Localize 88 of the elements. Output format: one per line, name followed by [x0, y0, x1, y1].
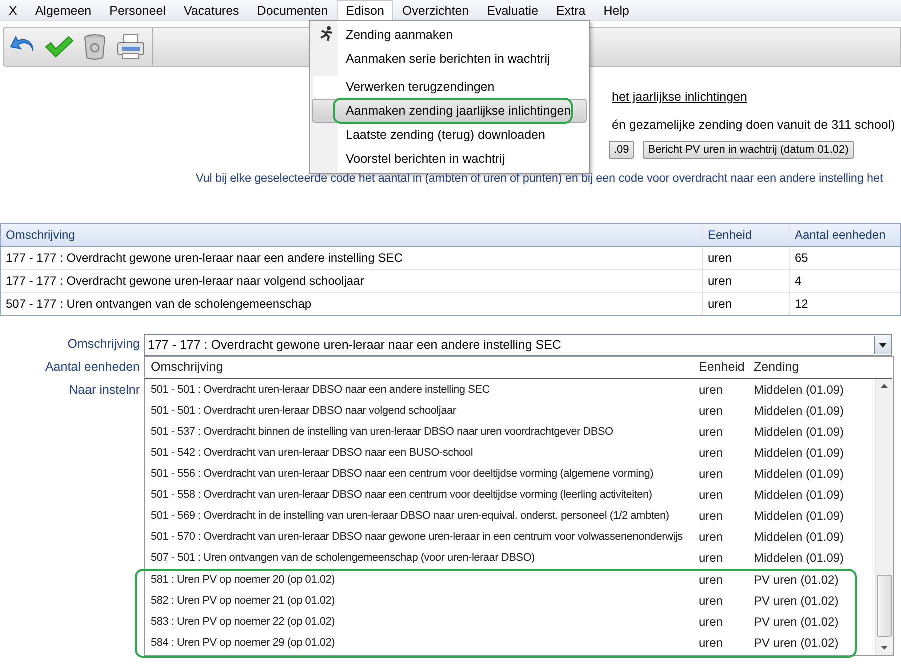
option-shipment[interactable]: PV uren (01.02)	[748, 591, 875, 612]
column-header: Eenheid	[703, 224, 790, 246]
column-header: Zending	[753, 359, 800, 376]
note-text: én gezamelijke zending doen vanuit de 311 school)	[612, 118, 896, 132]
menu-item[interactable]: Edison	[337, 0, 394, 20]
checkmark-icon[interactable]	[44, 35, 74, 59]
option-shipment[interactable]: Middelen (01.09)	[748, 506, 875, 527]
menu-item[interactable]: Algemeen	[26, 0, 101, 20]
option-description[interactable]: 581 : Uren PV op noemer 20 (op 01.02)	[145, 570, 693, 591]
printer-icon[interactable]	[116, 33, 146, 61]
instruction-text: Vul bij elke geselecteerde code het aantal in (ambten of uren of punten) en bij een code voor overdracht naar een andere instelling het	[196, 171, 884, 185]
option-shipment[interactable]: Middelen (01.09)	[748, 380, 875, 401]
option-shipment[interactable]: PV uren (01.02)	[748, 570, 875, 591]
menu-item[interactable]: Extra	[548, 0, 595, 20]
action-button[interactable]: Bericht PV uren in wachtrij (datum 01.02)	[643, 141, 854, 159]
menu-option[interactable]: Aanmaken zending jaarlijkse inlichtingen	[312, 99, 587, 123]
option-shipment[interactable]: Middelen (01.09)	[748, 485, 875, 506]
option-description[interactable]: 507 - 501 : Uren ontvangen van de scholengemeenschap (voor uren-leraar DBSO)	[145, 548, 693, 569]
option-unit[interactable]: uren	[693, 464, 748, 485]
option-shipment[interactable]: PV uren (01.02)	[748, 612, 875, 633]
option-description[interactable]: 501 - 542 : Overdracht van uren-leraar DBSO naar een BUSO-school	[145, 443, 693, 464]
column-header: Omschrijving	[150, 359, 224, 376]
option-unit[interactable]: uren	[693, 485, 748, 506]
option-description[interactable]: 501 - 537 : Overdracht binnen de instelling van uren-leraar DBSO naar uren voordrachtgever DBSO	[145, 422, 693, 443]
option-shipment[interactable]: Middelen (01.09)	[748, 401, 875, 422]
menu-item[interactable]: Overzichten	[393, 0, 478, 20]
table-cell: uren	[703, 270, 790, 292]
trash-bin-icon[interactable]	[83, 33, 107, 61]
column-header: Aantal eenheden	[794, 227, 887, 244]
scrollbar-thumb[interactable]	[877, 575, 892, 637]
option-shipment[interactable]: Middelen (01.09)	[748, 422, 875, 443]
field-label: Omschrijving	[68, 337, 140, 352]
field-label: Naar instelnr	[69, 383, 140, 398]
scroll-up-icon[interactable]	[880, 383, 889, 389]
option-unit[interactable]: uren	[693, 506, 748, 527]
table-cell-text: 4	[794, 273, 803, 290]
option-shipment[interactable]: PV uren (01.02)	[748, 633, 875, 654]
field-label: Aantal eenheden	[45, 360, 140, 375]
table-cell: uren	[703, 247, 790, 269]
table-cell: uren	[703, 293, 790, 315]
table-cell: 507 - 177 : Uren ontvangen van de scholengemeenschap	[1, 293, 703, 315]
option-unit[interactable]: uren	[693, 443, 748, 464]
running-figure-icon	[319, 26, 335, 42]
menu-item[interactable]: Help	[594, 0, 638, 20]
option-description[interactable]: 501 - 556 : Overdracht van uren-leraar DBSO naar een centrum voor deeltijdse vorming (algemene vorming)	[145, 464, 693, 485]
option-description[interactable]: 501 - 501 : Overdracht uren-leraar DBSO naar een andere instelling SEC	[145, 380, 693, 401]
option-shipment[interactable]: Middelen (01.09)	[748, 527, 875, 548]
menu-option[interactable]: Zending aanmaken	[312, 23, 587, 47]
column-header: Eenheid	[698, 359, 746, 376]
option-unit[interactable]: uren	[693, 633, 748, 654]
option-unit[interactable]: uren	[693, 380, 748, 401]
option-shipment[interactable]: Middelen (01.09)	[748, 443, 875, 464]
action-button[interactable]: .09	[609, 141, 634, 159]
option-description[interactable]: 582 : Uren PV op noemer 21 (op 01.02)	[145, 591, 693, 612]
option-description[interactable]: 501 - 558 : Overdracht van uren-leraar DBSO naar een centrum voor deeltijdse vorming (leerling activiteiten)	[145, 485, 693, 506]
description-combobox[interactable]: 177 - 177 : Overdracht gewone uren-leraar naar een andere instelling SEC	[144, 334, 892, 356]
table-cell: 177 - 177 : Overdracht gewone uren-leraar naar een andere instelling SEC	[1, 247, 703, 269]
option-shipment[interactable]: Middelen (01.09)	[748, 464, 875, 485]
option-unit[interactable]: uren	[693, 612, 748, 633]
menu-item[interactable]: Evaluatie	[478, 0, 548, 20]
option-description[interactable]: 501 - 501 : Overdracht uren-leraar DBSO naar volgend schooljaar	[145, 401, 693, 422]
scrollbar[interactable]	[875, 379, 893, 655]
option-unit[interactable]: uren	[693, 570, 748, 591]
option-shipment[interactable]: Middelen (01.09)	[748, 548, 875, 569]
menu-option[interactable]: Voorstel berichten in wachtrij	[312, 147, 587, 171]
table-cell-text: 65	[794, 250, 810, 267]
option-unit[interactable]: uren	[693, 548, 748, 569]
table-cell-text: 12	[794, 296, 810, 313]
link[interactable]: het jaarlijkse inlichtingen	[612, 90, 901, 110]
option-description[interactable]: 501 - 569 : Overdracht in de instelling van uren-leraar DBSO naar uren-equival. onderst. personeel (1/2 ambten)	[145, 506, 693, 527]
option-description[interactable]: 584 : Uren PV op noemer 29 (op 01.02)	[145, 633, 693, 654]
column-header: Omschrijving	[1, 224, 703, 246]
scroll-down-icon[interactable]	[880, 645, 889, 651]
option-unit[interactable]: uren	[693, 422, 748, 443]
option-unit[interactable]: uren	[693, 401, 748, 422]
menu-option[interactable]: Laatste zending (terug) downloaden	[312, 123, 587, 147]
option-unit[interactable]: uren	[693, 527, 748, 548]
menu-option[interactable]: Aanmaken serie berichten in wachtrij	[312, 47, 587, 71]
menu-item[interactable]: Documenten	[248, 0, 338, 20]
menu-option[interactable]: Verwerken terugzendingen	[312, 75, 587, 99]
menu-item[interactable]: Personeel	[100, 0, 175, 20]
option-unit[interactable]: uren	[693, 591, 748, 612]
option-description[interactable]: 501 - 570 : Overdracht van uren-leraar DBSO naar gewone uren-leraar in een centrum voor volwassenenonderwijs	[145, 527, 693, 548]
menu-item[interactable]: X	[0, 0, 26, 20]
menu-item[interactable]: Vacatures	[174, 0, 248, 20]
option-description[interactable]: 583 : Uren PV op noemer 22 (op 01.02)	[145, 612, 693, 633]
dropdown-arrow-icon[interactable]	[879, 342, 887, 348]
table-cell: 177 - 177 : Overdracht gewone uren-leraar naar volgend schooljaar	[1, 270, 703, 292]
